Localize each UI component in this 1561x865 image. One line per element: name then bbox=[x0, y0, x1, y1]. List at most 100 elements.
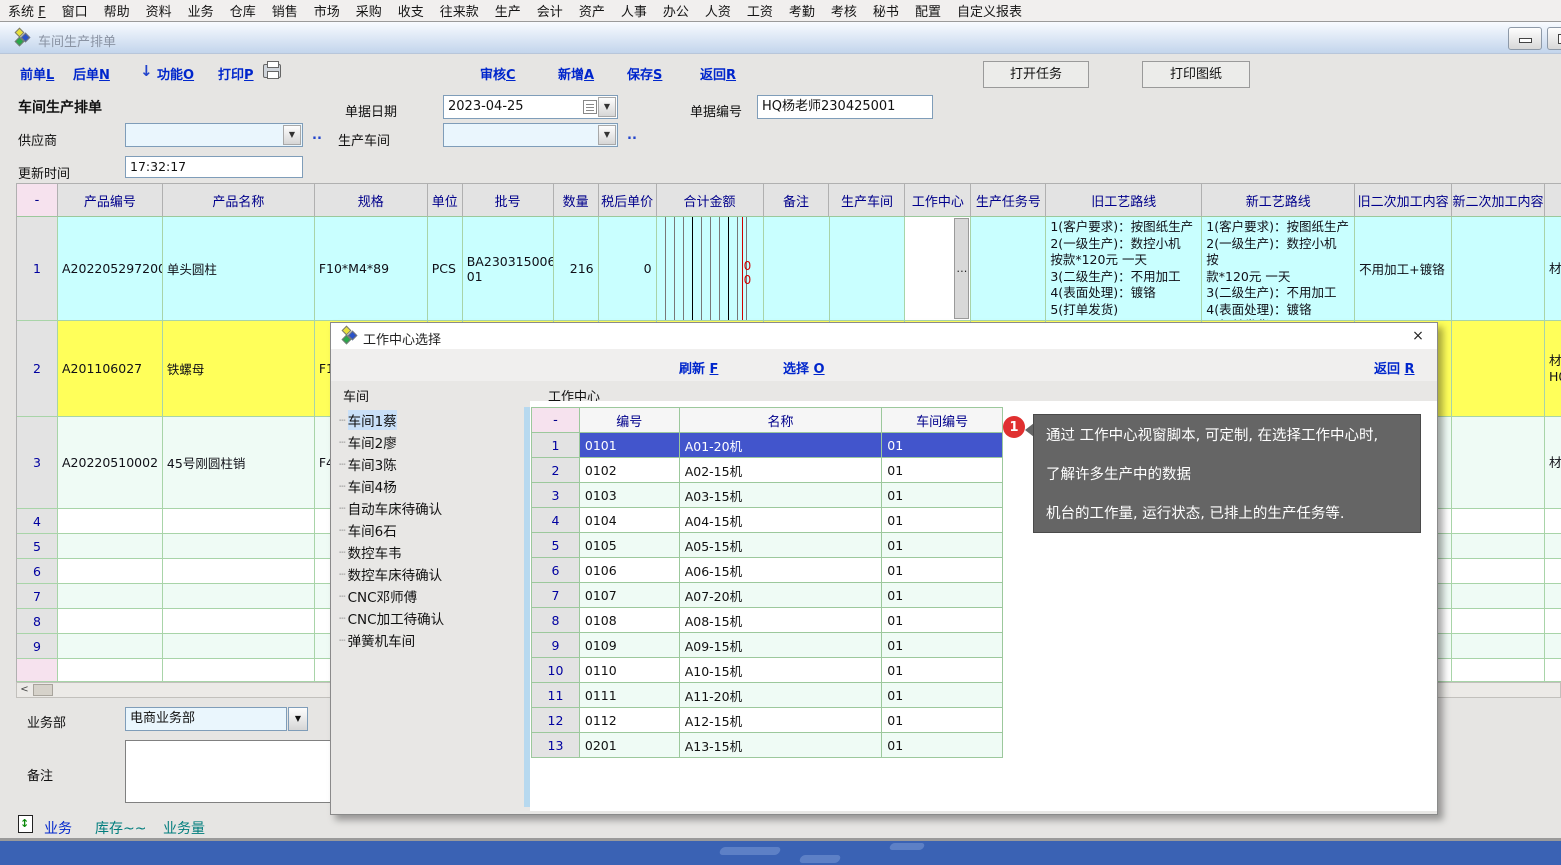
row-number[interactable]: 1 bbox=[17, 217, 58, 321]
grid-header-17[interactable]: 管 bbox=[1545, 184, 1561, 217]
wc-row-number[interactable]: 10 bbox=[532, 658, 580, 683]
menu-item-23[interactable]: 自定义报表 bbox=[949, 1, 1030, 20]
grid-header-5[interactable]: 批号 bbox=[463, 184, 554, 217]
wc-cell[interactable]: 01 bbox=[882, 658, 1003, 683]
wc-row-number[interactable]: 12 bbox=[532, 708, 580, 733]
wc-row[interactable]: 10101A01-20机01 bbox=[532, 433, 1003, 458]
wc-row[interactable]: 50105A05-15机01 bbox=[532, 533, 1003, 558]
wc-header-2[interactable]: 名称 bbox=[680, 408, 883, 433]
cell-batch[interactable]: BA230315006-01 bbox=[463, 217, 554, 321]
wc-row-number[interactable]: 8 bbox=[532, 608, 580, 633]
cell-extra[interactable] bbox=[1545, 509, 1561, 534]
wc-cell[interactable]: 0201 bbox=[580, 733, 680, 758]
cell-name[interactable] bbox=[163, 659, 315, 682]
cell-new_sec[interactable] bbox=[1452, 321, 1545, 417]
wc-cell[interactable]: A08-15机 bbox=[680, 608, 883, 633]
print-drawing-button[interactable]: 打印图纸 bbox=[1142, 61, 1250, 88]
wc-row[interactable]: 20102A02-15机01 bbox=[532, 458, 1003, 483]
cell-new_sec[interactable] bbox=[1452, 217, 1545, 321]
toolbar-link-新增[interactable]: 新增A bbox=[558, 64, 594, 83]
scroll-left-arrow-icon[interactable]: < bbox=[17, 683, 32, 697]
workshop-browse-dots[interactable]: .. bbox=[627, 128, 637, 143]
cell-extra[interactable]: 材 bbox=[1545, 417, 1561, 509]
wc-cell[interactable]: 01 bbox=[882, 733, 1003, 758]
docno-input[interactable]: HQ杨老师230425001 bbox=[757, 95, 933, 119]
toolbar-link-保存[interactable]: 保存S bbox=[627, 64, 662, 83]
row-number[interactable] bbox=[17, 659, 58, 682]
menu-item-3[interactable]: 帮助 bbox=[96, 1, 138, 20]
wc-cell[interactable]: A10-15机 bbox=[680, 658, 883, 683]
wc-header-3[interactable]: 车间编号 bbox=[882, 408, 1003, 433]
close-icon[interactable]: × bbox=[1409, 327, 1427, 345]
wc-row-number[interactable]: 3 bbox=[532, 483, 580, 508]
calendar-icon[interactable] bbox=[583, 100, 597, 114]
grid-header-14[interactable]: 新工艺路线 bbox=[1202, 184, 1355, 217]
cell-name[interactable] bbox=[163, 509, 315, 534]
wc-cell[interactable]: 0103 bbox=[580, 483, 680, 508]
workshop-tree-item[interactable]: ┄数控车韦 bbox=[339, 541, 523, 563]
cell-new_sec[interactable] bbox=[1452, 534, 1545, 559]
wc-row[interactable]: 100110A10-15机01 bbox=[532, 658, 1003, 683]
wc-row-number[interactable]: 7 bbox=[532, 583, 580, 608]
cell-extra[interactable] bbox=[1545, 534, 1561, 559]
cell-price[interactable]: 0 bbox=[599, 217, 657, 321]
workshop-tree-item[interactable]: ┄车间3陈 bbox=[339, 453, 523, 475]
bottom-link-1[interactable]: 业务 bbox=[44, 818, 72, 838]
row-number[interactable]: 5 bbox=[17, 534, 58, 559]
cell-code[interactable]: A201106027 bbox=[58, 321, 163, 417]
prod-workshop-combo[interactable]: ▼ bbox=[443, 123, 618, 147]
workshop-dropdown-button[interactable]: ▼ bbox=[598, 125, 616, 145]
cell-qty[interactable]: 216 bbox=[554, 217, 599, 321]
grid-header-7[interactable]: 税后单价 bbox=[599, 184, 657, 217]
wc-cell[interactable]: A01-20机 bbox=[680, 433, 883, 458]
menu-item-2[interactable]: 窗口 bbox=[54, 1, 96, 20]
cell-extra[interactable] bbox=[1545, 659, 1561, 682]
wc-header-0[interactable]: - bbox=[532, 408, 580, 433]
menu-item-18[interactable]: 工资 bbox=[739, 1, 781, 20]
cell-extra[interactable]: 材 H0 bbox=[1545, 321, 1561, 417]
wc-row-number[interactable]: 4 bbox=[532, 508, 580, 533]
wc-cell[interactable]: 0105 bbox=[580, 533, 680, 558]
minimize-button[interactable] bbox=[1508, 27, 1542, 50]
wc-row-number[interactable]: 6 bbox=[532, 558, 580, 583]
cell-new_sec[interactable] bbox=[1452, 584, 1545, 609]
wc-cell[interactable]: A11-20机 bbox=[680, 683, 883, 708]
row-number[interactable]: 2 bbox=[17, 321, 58, 417]
grid-header-11[interactable]: 工作中心 bbox=[905, 184, 971, 217]
toolbar-link-功能[interactable]: 功能O bbox=[157, 64, 194, 83]
toolbar-link-打印[interactable]: 打印P bbox=[218, 64, 254, 83]
dept-combo[interactable]: 电商业务部 bbox=[125, 707, 287, 731]
menu-item-1[interactable]: 系统 F bbox=[0, 1, 54, 20]
wc-cell[interactable]: 01 bbox=[882, 633, 1003, 658]
wc-cell[interactable]: A02-15机 bbox=[680, 458, 883, 483]
scrollbar-thumb[interactable] bbox=[33, 684, 53, 696]
menu-item-12[interactable]: 生产 bbox=[487, 1, 529, 20]
grid-header-0[interactable]: - bbox=[17, 184, 58, 217]
bottom-link-3[interactable]: 业务量 bbox=[163, 818, 205, 838]
bottom-link-2[interactable]: 库存~~ bbox=[95, 818, 146, 838]
wc-cell[interactable]: A07-20机 bbox=[680, 583, 883, 608]
cell-new_sec[interactable] bbox=[1452, 609, 1545, 634]
choose-link[interactable]: 选择 O bbox=[783, 358, 825, 377]
cell-code[interactable]: A2022052972001 bbox=[58, 217, 163, 321]
wc-cell[interactable]: 01 bbox=[882, 508, 1003, 533]
cell-extra[interactable] bbox=[1545, 584, 1561, 609]
wc-cell[interactable]: A12-15机 bbox=[680, 708, 883, 733]
refresh-link[interactable]: 刷新 F bbox=[679, 358, 718, 377]
grid-header-13[interactable]: 旧工艺路线 bbox=[1046, 184, 1202, 217]
menu-item-5[interactable]: 业务 bbox=[180, 1, 222, 20]
wc-cell[interactable]: 01 bbox=[882, 533, 1003, 558]
grid-header-4[interactable]: 单位 bbox=[428, 184, 463, 217]
menu-item-17[interactable]: 人资 bbox=[697, 1, 739, 20]
cell-task[interactable] bbox=[971, 217, 1046, 321]
supplier-dropdown-button[interactable]: ▼ bbox=[283, 125, 301, 145]
wc-row[interactable]: 80108A08-15机01 bbox=[532, 608, 1003, 633]
wc-cell[interactable]: 0110 bbox=[580, 658, 680, 683]
cell-old_route[interactable]: 1(客户要求)：按图纸生产 2(一级生产)：数控小机 按款*120元 一天 3(… bbox=[1046, 217, 1202, 321]
cell-code[interactable] bbox=[58, 609, 163, 634]
workshop-tree-item[interactable]: ┄数控车床待确认 bbox=[339, 563, 523, 585]
update-time-input[interactable]: 17:32:17 bbox=[125, 156, 303, 178]
wc-row[interactable]: 40104A04-15机01 bbox=[532, 508, 1003, 533]
wc-row-number[interactable]: 2 bbox=[532, 458, 580, 483]
wc-cell[interactable]: 01 bbox=[882, 458, 1003, 483]
